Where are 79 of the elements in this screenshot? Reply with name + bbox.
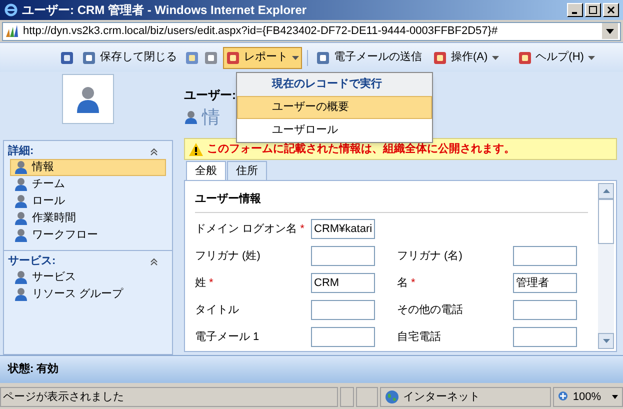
field-label: 電子メール 1 [195,330,260,345]
required-mark: * [300,222,304,237]
minimize-button[interactable] [567,3,583,17]
globe-icon [384,390,399,404]
section-heading: ユーザー情報 [195,191,588,213]
required-mark: * [209,276,214,291]
scroll-down-icon[interactable] [602,339,610,343]
toolbar-button[interactable]: 電子メールの送信 [313,46,425,68]
field-label: 姓 [195,276,206,291]
sidebar-item[interactable]: チーム [10,176,166,193]
sidebar-item[interactable]: ロール [10,193,166,210]
sidebar-item[interactable]: リソース グループ [10,286,166,303]
field-label: 自宅電話 [397,330,441,345]
entity-label: ユーザー: [184,87,237,104]
crm-logo-icon [5,25,19,37]
field-label: 名 [397,276,408,291]
sidebar-item[interactable]: 作業時間 [10,210,166,227]
item-icon [14,177,28,192]
input-field[interactable] [513,246,577,266]
page-title: 情 [202,106,220,129]
caret-icon [588,56,595,60]
caret-icon [612,395,618,399]
caret-icon [292,56,299,60]
item-icon [14,228,28,243]
status-bar: 状態: 有効 [0,355,623,383]
scroll-up-icon[interactable] [602,189,610,193]
scrollbar[interactable] [598,183,614,349]
input-field[interactable] [311,300,375,320]
item-icon [14,270,28,285]
field-label: フリガナ (名) [397,248,462,264]
zoom-icon [558,391,570,403]
form-tab[interactable]: 住所 [227,161,267,180]
status-message: ページが表示されました [0,387,338,407]
status-pane [340,387,354,407]
form-tab[interactable]: 全般 [186,161,226,180]
field-label: ドメイン ログオン名 [195,222,298,237]
maximize-button[interactable] [585,3,601,17]
sidebar-item[interactable]: ワークフロー [10,227,166,244]
section-title: サービス: [8,254,56,270]
person-icon [76,85,100,113]
item-icon [14,287,28,302]
input-field[interactable]: CRM¥katari [311,219,376,239]
status-pane [356,387,378,407]
section-title: 詳細: [8,144,34,160]
item-icon [14,194,28,209]
zone-label: インターネット [402,390,480,405]
menu-item[interactable]: ユーザーの概要 [237,96,432,119]
input-field[interactable] [513,300,577,320]
item-icon [14,211,28,226]
warning-icon [189,142,203,156]
required-mark: * [411,276,416,291]
toolbar-button[interactable]: 操作(A) [430,46,502,68]
field-label: タイトル [195,302,239,318]
input-field[interactable] [513,327,577,347]
zoom-control[interactable]: 100% [552,387,623,407]
maximize-icon [589,6,597,14]
toolbar-button[interactable]: 保存して閉じる [79,46,180,68]
menu-item[interactable]: 現在のレコードで実行 [237,73,432,96]
toolbar-button[interactable]: レポート [223,46,302,68]
input-field[interactable] [311,246,375,266]
address-field[interactable]: http://dyn.vs2k3.crm.local/biz/users/edit.aspx?id={FB423402-DF72-DE11-9444-0003FFBF2D57}# [2,22,621,40]
toolbar-button[interactable]: ヘルプ(H) [514,46,598,68]
close-button[interactable] [603,3,619,17]
close-icon [607,6,615,14]
caret-icon [492,56,499,60]
item-icon [14,160,28,175]
field-label: その他の電話 [397,302,463,318]
browser-logo-icon [4,3,18,17]
field-label: フリガナ (姓) [195,248,260,264]
input-field[interactable] [311,327,375,347]
input-field[interactable]: 管理者 [513,273,577,293]
collapse-icon[interactable] [150,258,158,266]
dropdown-icon[interactable] [602,23,618,39]
sidebar-item[interactable]: サービス [10,269,166,286]
user-icon [184,110,198,125]
window-title: ユーザー: CRM 管理者 - Windows Internet Explorer [22,2,307,19]
collapse-icon[interactable] [150,148,158,156]
sidebar-item[interactable]: 情報 [10,159,166,176]
input-field[interactable]: CRM [311,273,375,293]
